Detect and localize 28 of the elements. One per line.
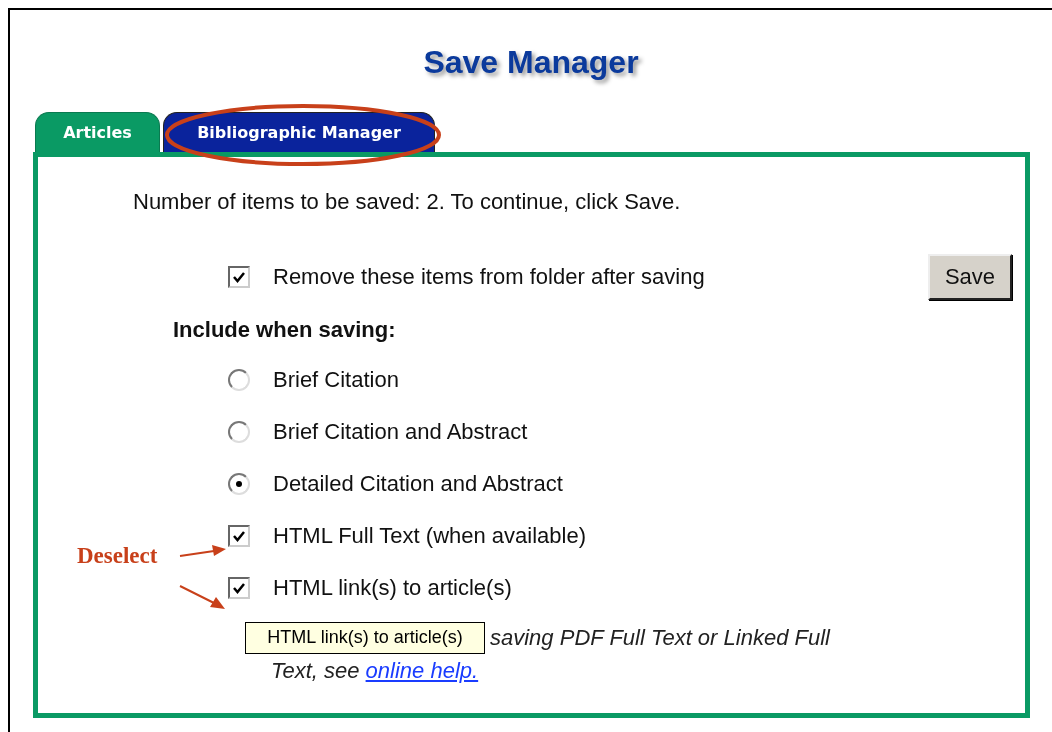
checkbox-label: Remove these items from folder after saving (273, 264, 705, 290)
checkbox[interactable] (228, 266, 250, 288)
arrow (179, 585, 225, 609)
checkmark-icon (232, 270, 246, 284)
tab[interactable]: Articles (35, 112, 160, 152)
radio-label: Detailed Citation and Abstract (273, 471, 563, 497)
save-button[interactable]: Save (928, 254, 1012, 300)
section-heading: Include when saving: (173, 316, 397, 344)
arrow (179, 545, 226, 557)
note-text: Text, see (271, 658, 361, 683)
note-text: saving PDF Full Text or Linked Full (490, 624, 830, 651)
checkbox[interactable] (228, 525, 250, 547)
checkmark-icon (232, 529, 246, 543)
tooltip: HTML link(s) to article(s) (245, 621, 485, 654)
tab[interactable]: Bibliographic Manager (163, 112, 435, 152)
checkbox-label: HTML link(s) to article(s) (273, 575, 512, 601)
page-title: Save Manager (423, 43, 639, 82)
radio-button[interactable] (228, 369, 250, 391)
checkmark-icon (232, 581, 246, 595)
annotation-label: Deselect (77, 543, 158, 569)
radio-button[interactable] (228, 473, 250, 495)
radio-label: Brief Citation (273, 367, 399, 393)
items-count-text: Number of items to be saved: 2. To continue, click Save. (133, 188, 682, 216)
checkbox[interactable] (228, 577, 250, 599)
radio-button[interactable] (228, 421, 250, 443)
checkbox-label: HTML Full Text (when available) (273, 523, 586, 549)
radio-label: Brief Citation and Abstract (273, 419, 528, 445)
help-link[interactable]: online help. (365, 658, 479, 683)
